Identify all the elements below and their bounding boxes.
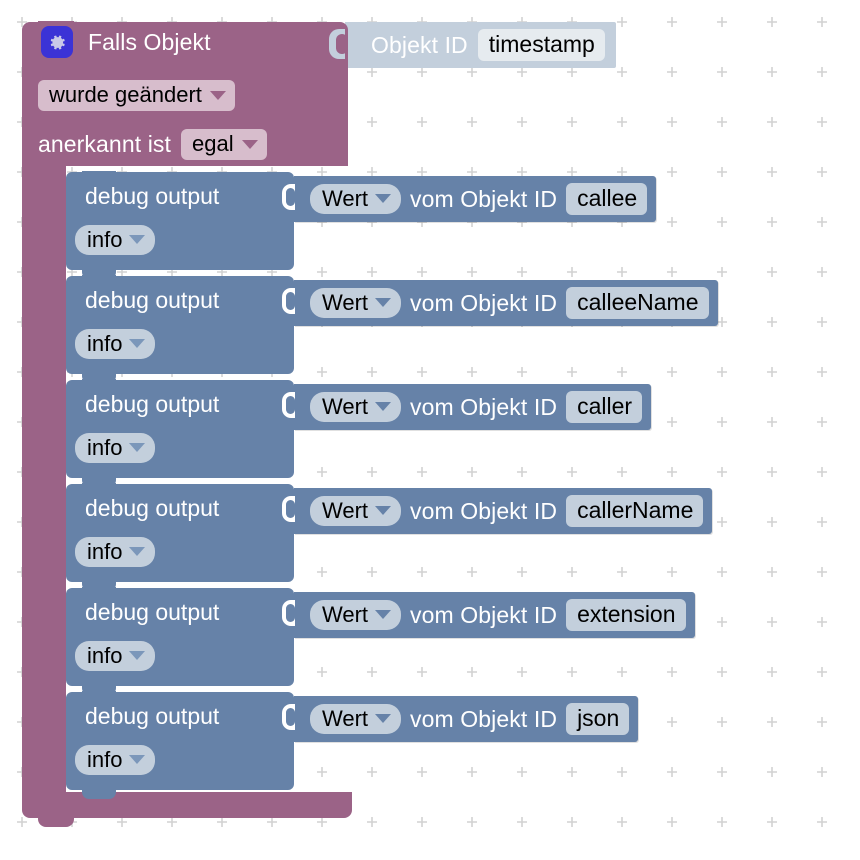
- statement-top-notch: [82, 587, 116, 596]
- debug-output-title: debug output: [85, 703, 220, 729]
- statement-top-notch: [82, 379, 116, 388]
- value-block-object-value[interactable]: Wert vom Objekt ID callee: [283, 176, 657, 222]
- value-object-id-field[interactable]: caller: [566, 391, 643, 423]
- debug-output-title: debug output: [85, 599, 220, 625]
- object-id-value-block[interactable]: Objekt ID timestamp: [345, 22, 616, 68]
- value-mode-dropdown[interactable]: Wert: [310, 183, 402, 215]
- event-block-title-row: Falls Objekt: [88, 27, 211, 57]
- statement-block-debug-output[interactable]: debug output info: [66, 587, 295, 695]
- value-mode-label: Wert: [322, 705, 369, 731]
- value-block-object-value[interactable]: Wert vom Objekt ID callerName: [283, 488, 713, 534]
- value-block-label: vom Objekt ID: [410, 393, 558, 420]
- trigger-dropdown[interactable]: wurde geändert: [38, 80, 235, 112]
- event-block-foot-notch: [38, 817, 74, 827]
- value-block-label: vom Objekt ID: [410, 185, 558, 212]
- value-block-label: vom Objekt ID: [410, 289, 558, 316]
- statement-block-debug-output[interactable]: debug output info: [66, 171, 295, 279]
- chevron-down-icon: [129, 651, 146, 661]
- chevron-down-icon: [375, 297, 392, 307]
- ack-dropdown-label: egal: [192, 131, 234, 156]
- debug-output-title: debug output: [85, 183, 220, 209]
- value-mode-label: Wert: [322, 289, 369, 315]
- value-block-label: vom Objekt ID: [410, 705, 558, 732]
- blockly-workspace[interactable]: Falls Objekt wurde geändert anerkannt is…: [0, 0, 860, 860]
- value-mode-dropdown[interactable]: Wert: [310, 495, 402, 527]
- debug-level-label: info: [87, 331, 123, 356]
- debug-output-title: debug output: [85, 391, 220, 417]
- statement-value-socket-inner: [286, 500, 295, 518]
- ack-dropdown[interactable]: egal: [181, 129, 267, 161]
- chevron-down-icon: [375, 713, 392, 723]
- value-object-id-field[interactable]: extension: [566, 599, 686, 631]
- chevron-down-icon: [129, 235, 146, 245]
- debug-level-dropdown[interactable]: info: [75, 745, 156, 776]
- value-mode-label: Wert: [322, 497, 369, 523]
- value-object-id-field[interactable]: callee: [566, 183, 648, 215]
- object-id-label: Objekt ID: [371, 31, 468, 58]
- statement-value-socket-inner: [286, 292, 295, 310]
- value-block-object-value[interactable]: Wert vom Objekt ID json: [283, 696, 639, 742]
- value-object-id-field[interactable]: calleeName: [566, 287, 709, 319]
- chevron-down-icon: [129, 443, 146, 453]
- value-block-label: vom Objekt ID: [410, 497, 558, 524]
- value-block-label: vom Objekt ID: [410, 601, 558, 628]
- debug-level-label: info: [87, 227, 123, 252]
- chevron-down-icon: [375, 609, 392, 619]
- statement-block-debug-output[interactable]: debug output info: [66, 275, 295, 383]
- debug-level-label: info: [87, 747, 123, 772]
- gear-icon[interactable]: [41, 26, 73, 58]
- chevron-down-icon: [375, 505, 392, 515]
- statement-value-socket-inner: [286, 708, 295, 726]
- debug-output-title: debug output: [85, 495, 220, 521]
- value-object-id-field[interactable]: json: [566, 703, 630, 735]
- debug-level-label: info: [87, 643, 123, 668]
- chevron-down-icon: [209, 90, 226, 100]
- debug-level-dropdown[interactable]: info: [75, 225, 156, 256]
- event-block-title: Falls Objekt: [88, 28, 211, 55]
- statement-value-socket-inner: [286, 604, 295, 622]
- event-block-spine[interactable]: [22, 160, 66, 800]
- statement-block-debug-output[interactable]: debug output info: [66, 483, 295, 591]
- event-block-foot[interactable]: [22, 792, 352, 818]
- event-ack-row: anerkannt ist egal: [38, 129, 267, 161]
- value-block-object-value[interactable]: Wert vom Objekt ID extension: [283, 592, 695, 638]
- statement-top-notch: [82, 275, 116, 284]
- event-ack-label: anerkannt ist: [38, 131, 171, 158]
- debug-level-label: info: [87, 539, 123, 564]
- value-mode-dropdown[interactable]: Wert: [310, 703, 402, 735]
- statement-value-socket-inner: [286, 396, 295, 414]
- value-mode-dropdown[interactable]: Wert: [310, 599, 402, 631]
- debug-output-title: debug output: [85, 287, 220, 313]
- value-mode-dropdown[interactable]: Wert: [310, 287, 402, 319]
- value-mode-dropdown[interactable]: Wert: [310, 391, 402, 423]
- statement-value-socket-inner: [286, 188, 295, 206]
- statement-top-notch: [82, 691, 116, 700]
- debug-level-dropdown[interactable]: info: [75, 537, 156, 568]
- debug-level-dropdown[interactable]: info: [75, 433, 156, 464]
- debug-level-label: info: [87, 435, 123, 460]
- chevron-down-icon: [129, 339, 146, 349]
- chevron-down-icon: [129, 755, 146, 765]
- event-trigger-row: wurde geändert: [38, 80, 235, 112]
- chevron-down-icon: [241, 139, 258, 149]
- debug-level-dropdown[interactable]: info: [75, 329, 156, 360]
- value-object-id-field[interactable]: callerName: [566, 495, 704, 527]
- statement-bottom-notch: [82, 790, 116, 799]
- chevron-down-icon: [129, 547, 146, 557]
- value-block-object-value[interactable]: Wert vom Objekt ID caller: [283, 384, 652, 430]
- statement-top-notch: [82, 171, 116, 180]
- value-mode-label: Wert: [322, 601, 369, 627]
- value-mode-label: Wert: [322, 393, 369, 419]
- chevron-down-icon: [375, 401, 392, 411]
- object-id-field[interactable]: timestamp: [477, 29, 605, 61]
- statement-block-debug-output[interactable]: debug output info: [66, 379, 295, 487]
- event-value-socket-inner: [336, 34, 348, 54]
- statement-top-notch: [82, 483, 116, 492]
- value-mode-label: Wert: [322, 185, 369, 211]
- statement-block-debug-output[interactable]: debug output info: [66, 691, 295, 799]
- trigger-dropdown-label: wurde geändert: [49, 82, 202, 107]
- value-block-object-value[interactable]: Wert vom Objekt ID calleeName: [283, 280, 718, 326]
- debug-level-dropdown[interactable]: info: [75, 641, 156, 672]
- chevron-down-icon: [375, 193, 392, 203]
